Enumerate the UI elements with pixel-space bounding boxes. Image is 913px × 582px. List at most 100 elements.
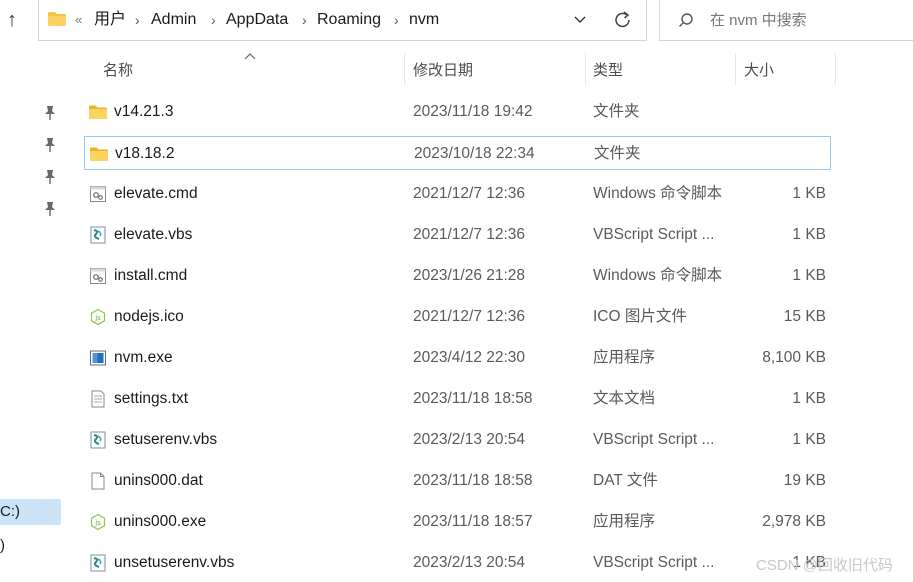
file-type: ICO 图片文件 (593, 308, 687, 325)
chevron-right-icon[interactable]: › (211, 10, 216, 30)
vbs-file-icon (89, 226, 107, 244)
file-row[interactable]: setuserenv.vbs 2023/2/13 20:54 VBScript Sc… (84, 423, 831, 457)
file-name: unins000.dat (114, 472, 203, 489)
file-modified-date: 2023/4/12 22:30 (413, 349, 526, 366)
file-size: 1 KB (792, 267, 826, 284)
file-type: DAT 文件 (593, 472, 658, 489)
file-modified-date: 2023/11/18 18:58 (413, 390, 533, 407)
file-size: 15 KB (783, 308, 826, 325)
file-type: VBScript Script ... (593, 431, 715, 448)
column-divider[interactable] (835, 53, 836, 85)
breadcrumb-item[interactable]: Admin (151, 10, 196, 30)
nodejs-icon: js (89, 513, 107, 531)
file-modified-date: 2023/11/18 19:42 (413, 103, 533, 120)
file-modified-date: 2021/12/7 12:36 (413, 308, 526, 325)
file-type: 文本文档 (593, 390, 656, 407)
column-header-type[interactable]: 类型 (593, 60, 623, 82)
pin-icon[interactable] (43, 105, 57, 121)
svg-text:js: js (94, 314, 101, 322)
pin-icon[interactable] (43, 201, 57, 217)
file-row[interactable]: settings.txt 2023/11/18 18:58 文本文档 1 KB (84, 382, 831, 416)
search-icon (679, 13, 693, 27)
breadcrumb-item[interactable]: 用户 (94, 10, 126, 30)
file-modified-date: 2021/12/7 12:36 (413, 185, 526, 202)
file-row[interactable]: js unins000.exe 2023/11/18 18:57 应用程序 2,978 … (84, 505, 831, 539)
folder-icon (48, 12, 66, 26)
vbs-file-icon (89, 431, 107, 449)
file-name: v14.21.3 (114, 103, 174, 120)
file-size: 1 KB (792, 390, 826, 407)
file-size: 2,978 KB (762, 513, 826, 530)
file-name: nvm.exe (114, 349, 173, 366)
file-name: elevate.vbs (114, 226, 193, 243)
breadcrumb-overflow[interactable]: « (75, 10, 82, 30)
file-name: setuserenv.vbs (114, 431, 218, 448)
pin-icon[interactable] (43, 169, 57, 185)
pin-icon[interactable] (43, 137, 57, 153)
file-name: install.cmd (114, 267, 188, 284)
up-arrow-icon[interactable]: ↑ (2, 8, 22, 32)
file-modified-date: 2023/11/18 18:58 (413, 472, 533, 489)
column-divider[interactable] (735, 53, 736, 85)
file-row[interactable]: nvm.exe 2023/4/12 22:30 应用程序 8,100 KB (84, 341, 831, 375)
file-type: 文件夹 (594, 145, 641, 162)
file-type: VBScript Script ... (593, 554, 715, 571)
search-placeholder[interactable]: 在 nvm 中搜索 (710, 11, 807, 31)
file-type: Windows 命令脚本 (593, 185, 723, 202)
vbs-file-icon (89, 554, 107, 572)
chevron-right-icon[interactable]: › (394, 10, 399, 30)
file-size: 1 KB (792, 226, 826, 243)
nav-item[interactable]: ) (0, 537, 5, 555)
chevron-right-icon[interactable]: › (135, 10, 140, 30)
file-size: 1 KB (792, 431, 826, 448)
column-divider[interactable] (404, 53, 405, 85)
column-divider[interactable] (585, 53, 586, 85)
file-type: 应用程序 (593, 513, 656, 530)
column-header-name[interactable]: 名称 (103, 60, 133, 82)
file-modified-date: 2023/10/18 22:34 (414, 145, 535, 162)
breadcrumb-item[interactable]: AppData (226, 10, 288, 30)
file-type: 应用程序 (593, 349, 656, 366)
file-size (736, 95, 826, 129)
breadcrumb-item[interactable]: nvm (409, 10, 439, 30)
file-name: v18.18.2 (115, 145, 175, 162)
chevron-down-icon[interactable] (569, 8, 591, 32)
sort-ascending-icon (244, 49, 256, 63)
watermark: CSDN @回收旧代码 (756, 557, 893, 574)
file-name: elevate.cmd (114, 185, 198, 202)
refresh-icon[interactable] (611, 7, 635, 33)
text-file-icon (89, 390, 107, 408)
svg-text:js: js (94, 519, 101, 527)
column-header-date[interactable]: 修改日期 (413, 60, 473, 82)
file-name: settings.txt (114, 390, 189, 407)
nav-item-drive-label: C:) (0, 503, 20, 520)
file-modified-date: 2021/12/7 12:36 (413, 226, 526, 243)
file-size (735, 137, 825, 171)
file-row[interactable]: install.cmd 2023/1/26 21:28 Windows 命令脚本 1 … (84, 259, 831, 293)
file-modified-date: 2023/2/13 20:54 (413, 554, 526, 571)
file-row[interactable]: unins000.dat 2023/11/18 18:58 DAT 文件 19 KB (84, 464, 831, 498)
file-row[interactable]: elevate.cmd 2021/12/7 12:36 Windows 命令脚本 1 … (84, 177, 831, 211)
file-name: nodejs.ico (114, 308, 184, 325)
folder-icon (90, 145, 108, 163)
chevron-right-icon[interactable]: › (302, 10, 307, 30)
file-modified-date: 2023/2/13 20:54 (413, 431, 526, 448)
file-row[interactable]: js nodejs.ico 2021/12/7 12:36 ICO 图片文件 15 KB (84, 300, 831, 334)
file-size: 19 KB (783, 472, 826, 489)
nodejs-icon: js (89, 308, 107, 326)
file-modified-date: 2023/11/18 18:57 (413, 513, 533, 530)
file-name: unsetuserenv.vbs (114, 554, 235, 571)
file-size: 8,100 KB (762, 349, 826, 366)
file-type: VBScript Script ... (593, 226, 715, 243)
file-modified-date: 2023/1/26 21:28 (413, 267, 526, 284)
file-row[interactable]: v14.21.3 2023/11/18 19:42 文件夹 (84, 95, 831, 129)
file-row[interactable]: v18.18.2 2023/10/18 22:34 文件夹 (84, 136, 831, 170)
file-row[interactable]: elevate.vbs 2021/12/7 12:36 VBScript Scrip… (84, 218, 831, 252)
file-type: 文件夹 (593, 103, 640, 120)
breadcrumb-item[interactable]: Roaming (317, 10, 381, 30)
folder-icon (89, 103, 107, 121)
cmd-file-icon (89, 185, 107, 203)
file-row[interactable]: unsetuserenv.vbs 2023/2/13 20:54 VBScript … (84, 546, 831, 580)
exe-icon (89, 349, 107, 367)
column-header-size[interactable]: 大小 (744, 60, 774, 82)
